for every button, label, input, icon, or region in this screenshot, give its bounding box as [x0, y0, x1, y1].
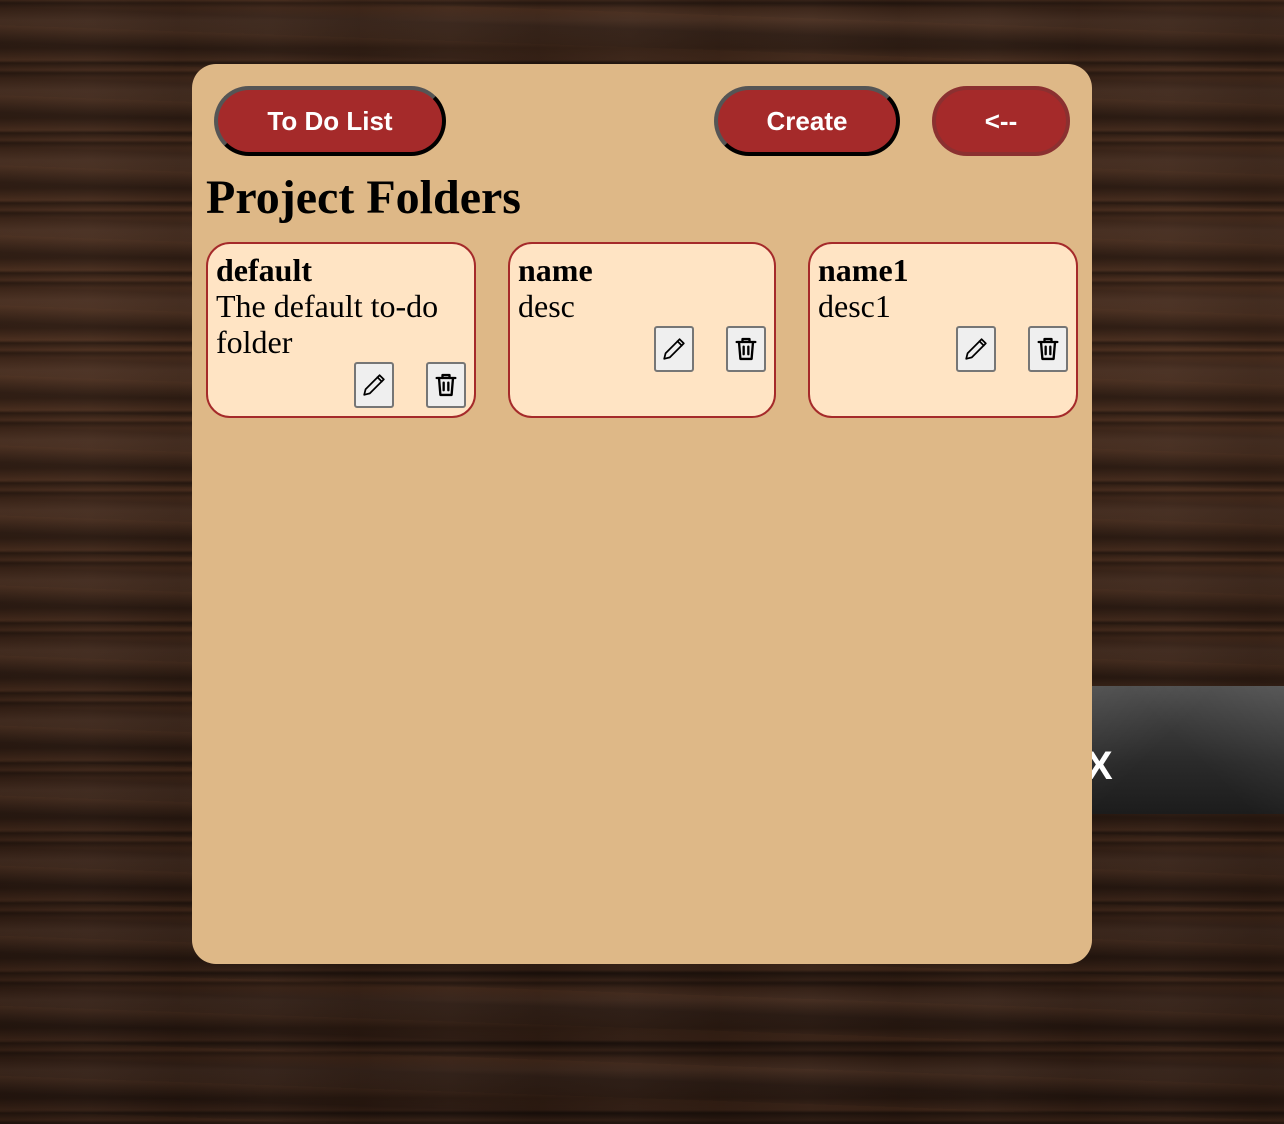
trash-icon: [1034, 335, 1062, 363]
trash-icon: [432, 371, 460, 399]
folder-actions: [818, 326, 1068, 372]
pencil-icon: [962, 335, 990, 363]
delete-folder-button[interactable]: [426, 362, 466, 408]
edit-folder-button[interactable]: [654, 326, 694, 372]
edit-folder-button[interactable]: [956, 326, 996, 372]
trash-icon: [732, 335, 760, 363]
pencil-icon: [360, 371, 388, 399]
folder-card-default[interactable]: default The default to-do folder: [206, 242, 476, 418]
folder-description: The default to-do folder: [216, 288, 439, 360]
folder-description: desc: [518, 288, 575, 324]
main-card: To Do List Create <-- Project Folders de…: [192, 64, 1092, 964]
delete-folder-button[interactable]: [726, 326, 766, 372]
pencil-icon: [660, 335, 688, 363]
folder-name: default: [216, 252, 312, 288]
back-button[interactable]: <--: [932, 86, 1070, 156]
folder-name: name: [518, 252, 593, 288]
folder-actions: [216, 362, 466, 408]
todo-list-button[interactable]: To Do List: [214, 86, 446, 156]
folder-card-name1[interactable]: name1 desc1: [808, 242, 1078, 418]
folder-actions: [518, 326, 766, 372]
page-title: Project Folders: [206, 171, 521, 224]
folder-description: desc1: [818, 288, 891, 324]
edit-folder-button[interactable]: [354, 362, 394, 408]
folder-card-name[interactable]: name desc: [508, 242, 776, 418]
delete-folder-button[interactable]: [1028, 326, 1068, 372]
background-dark-panel: X: [1086, 686, 1284, 814]
create-button[interactable]: Create: [714, 86, 900, 156]
folder-name: name1: [818, 252, 909, 288]
